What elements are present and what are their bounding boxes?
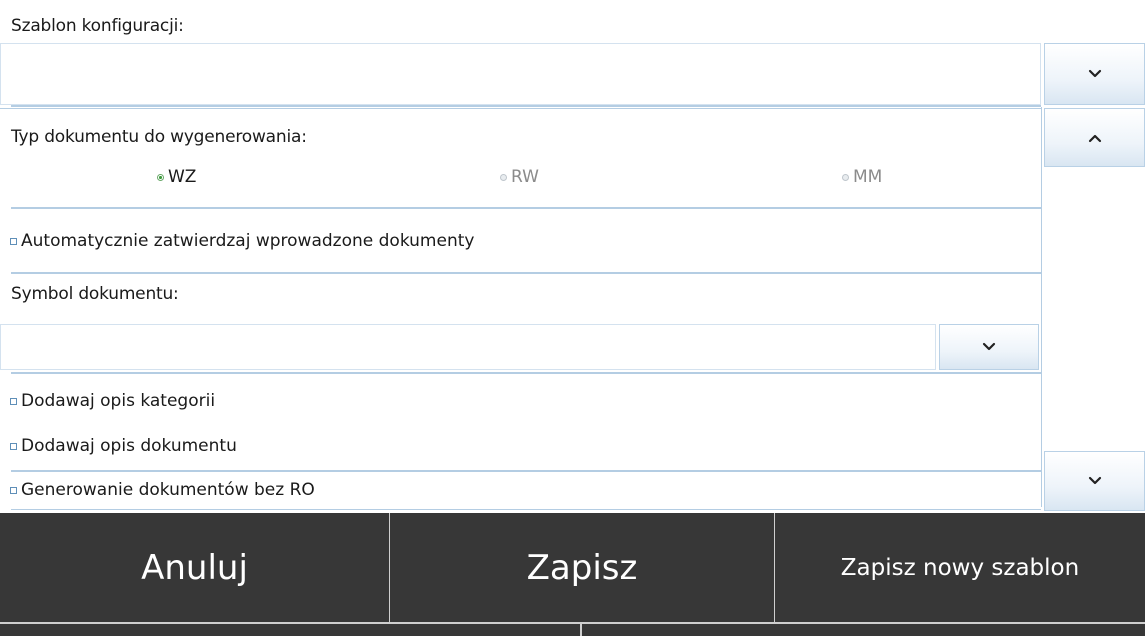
- auto-confirm-label: Automatycznie zatwierdzaj wprowadzone do…: [21, 231, 475, 251]
- chevron-up-icon: [1088, 134, 1101, 142]
- scroll-down-button[interactable]: [1044, 451, 1145, 511]
- divider: [11, 470, 1041, 472]
- document-symbol-dropdown-button[interactable]: [939, 324, 1039, 370]
- cancel-label: Anuluj: [141, 547, 248, 588]
- checkbox-icon: [10, 442, 17, 450]
- template-select[interactable]: [0, 43, 1041, 105]
- generate-without-ro-label: Generowanie dokumentów bez RO: [21, 480, 315, 500]
- save-button[interactable]: Zapisz: [390, 513, 775, 622]
- generate-without-ro-checkbox[interactable]: Generowanie dokumentów bez RO: [10, 480, 315, 500]
- save-new-template-button[interactable]: Zapisz nowy szablon: [775, 513, 1145, 622]
- checkbox-icon: [10, 486, 17, 494]
- cancel-button[interactable]: Anuluj: [0, 513, 390, 622]
- document-description-checkbox[interactable]: Dodawaj opis dokumentu: [10, 436, 237, 456]
- radio-rw[interactable]: RW: [500, 167, 539, 187]
- category-description-label: Dodawaj opis kategorii: [21, 391, 216, 411]
- panel-top-border: [0, 108, 1041, 109]
- divider: [11, 509, 1041, 510]
- radio-rw-label: RW: [511, 167, 539, 187]
- chevron-down-icon: [982, 342, 996, 351]
- save-label: Zapisz: [526, 547, 638, 588]
- document-symbol-select[interactable]: [0, 324, 936, 370]
- document-description-label: Dodawaj opis dokumentu: [21, 436, 237, 456]
- template-dropdown-button[interactable]: [1044, 43, 1145, 105]
- auto-confirm-checkbox[interactable]: Automatycznie zatwierdzaj wprowadzone do…: [10, 231, 474, 251]
- divider: [11, 207, 1041, 209]
- chevron-down-icon: [1088, 476, 1101, 485]
- template-label: Szablon konfiguracji:: [11, 16, 184, 36]
- footer-button-partial[interactable]: [0, 624, 580, 636]
- radio-selected-icon: [157, 173, 164, 181]
- radio-unselected-icon: [500, 173, 507, 181]
- chevron-down-icon: [1088, 69, 1101, 78]
- checkbox-icon: [10, 237, 17, 245]
- category-description-checkbox[interactable]: Dodawaj opis kategorii: [10, 391, 215, 411]
- footer-button-partial[interactable]: [582, 624, 1145, 636]
- document-symbol-label: Symbol dokumentu:: [11, 284, 179, 304]
- panel-border: [1041, 107, 1042, 507]
- checkbox-icon: [10, 397, 17, 405]
- save-new-template-label: Zapisz nowy szablon: [840, 554, 1080, 581]
- radio-wz[interactable]: WZ: [157, 167, 196, 187]
- radio-mm[interactable]: MM: [842, 167, 882, 187]
- radio-unselected-icon: [842, 173, 849, 181]
- scroll-up-button[interactable]: [1044, 108, 1145, 167]
- template-configuration-screen: Szablon konfiguracji: Typ dokumentu do w…: [0, 0, 1145, 636]
- radio-mm-label: MM: [853, 167, 883, 187]
- divider: [11, 105, 1041, 107]
- divider: [11, 372, 1041, 374]
- radio-wz-label: WZ: [168, 167, 197, 187]
- document-type-label: Typ dokumentu do wygenerowania:: [11, 127, 307, 147]
- divider: [11, 272, 1041, 274]
